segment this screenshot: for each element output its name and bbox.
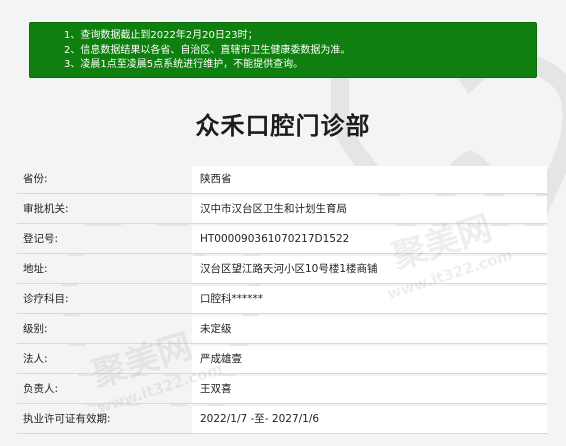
row-label: 审批机关: — [17, 196, 192, 223]
row-label: 级别: — [17, 316, 192, 343]
row-label: 执业许可证有效期: — [17, 406, 192, 433]
row-value: 汉台区望江路天河小区10号楼1楼商铺 — [200, 263, 378, 275]
table-row: 法人: 严成雄壹 — [17, 346, 547, 374]
table-row: 审批机关: 汉中市汉台区卫生和计划生育局 — [17, 196, 547, 224]
row-value: 汉中市汉台区卫生和计划生育局 — [200, 203, 347, 215]
row-label: 登记号: — [17, 226, 192, 253]
notice-line: 2、信息数据结果以各省、自治区、直辖市卫生健康委数据为准。 — [64, 44, 351, 56]
table-row: 登记号: HT000090361070217D1522 — [17, 226, 547, 254]
notice-line: 3、凌晨1点至凌晨5点系统进行维护，不能提供查询。 — [64, 59, 304, 70]
notice-line: 1、查询数据截止到2022年2月20日23时； — [64, 30, 258, 41]
table-row: 地址: 汉台区望江路天河小区10号楼1楼商铺 — [17, 256, 547, 284]
row-value: 陕西省 — [200, 173, 232, 185]
table-row: 省份: 陕西省 — [17, 166, 547, 194]
row-label: 诊疗科目: — [17, 286, 192, 313]
row-value: 严成雄壹 — [200, 353, 242, 365]
row-value: 未定级 — [200, 323, 232, 335]
table-row: 执业许可证有效期: 2022/1/7 -至- 2027/1/6 — [17, 406, 547, 434]
row-label: 省份: — [17, 166, 192, 193]
row-value: 口腔科****** — [200, 293, 263, 305]
table-row: 级别: 未定级 — [17, 316, 547, 344]
row-value: 王双喜 — [200, 383, 232, 395]
notice-banner: 1、查询数据截止到2022年2月20日23时； 2、信息数据结果以各省、自治区、… — [29, 22, 537, 78]
info-table: 省份: 陕西省 审批机关: 汉中市汉台区卫生和计划生育局 登记号: HT0000… — [17, 166, 547, 436]
page-title: 众禾口腔门诊部 — [195, 112, 371, 140]
row-label: 地址: — [17, 256, 192, 283]
table-row: 负责人: 王双喜 — [17, 376, 547, 404]
row-value: HT000090361070217D1522 — [200, 233, 350, 245]
row-value: 2022/1/7 -至- 2027/1/6 — [200, 413, 320, 425]
row-label: 负责人: — [17, 376, 192, 403]
table-row: 诊疗科目: 口腔科****** — [17, 286, 547, 314]
row-label: 法人: — [17, 346, 192, 373]
